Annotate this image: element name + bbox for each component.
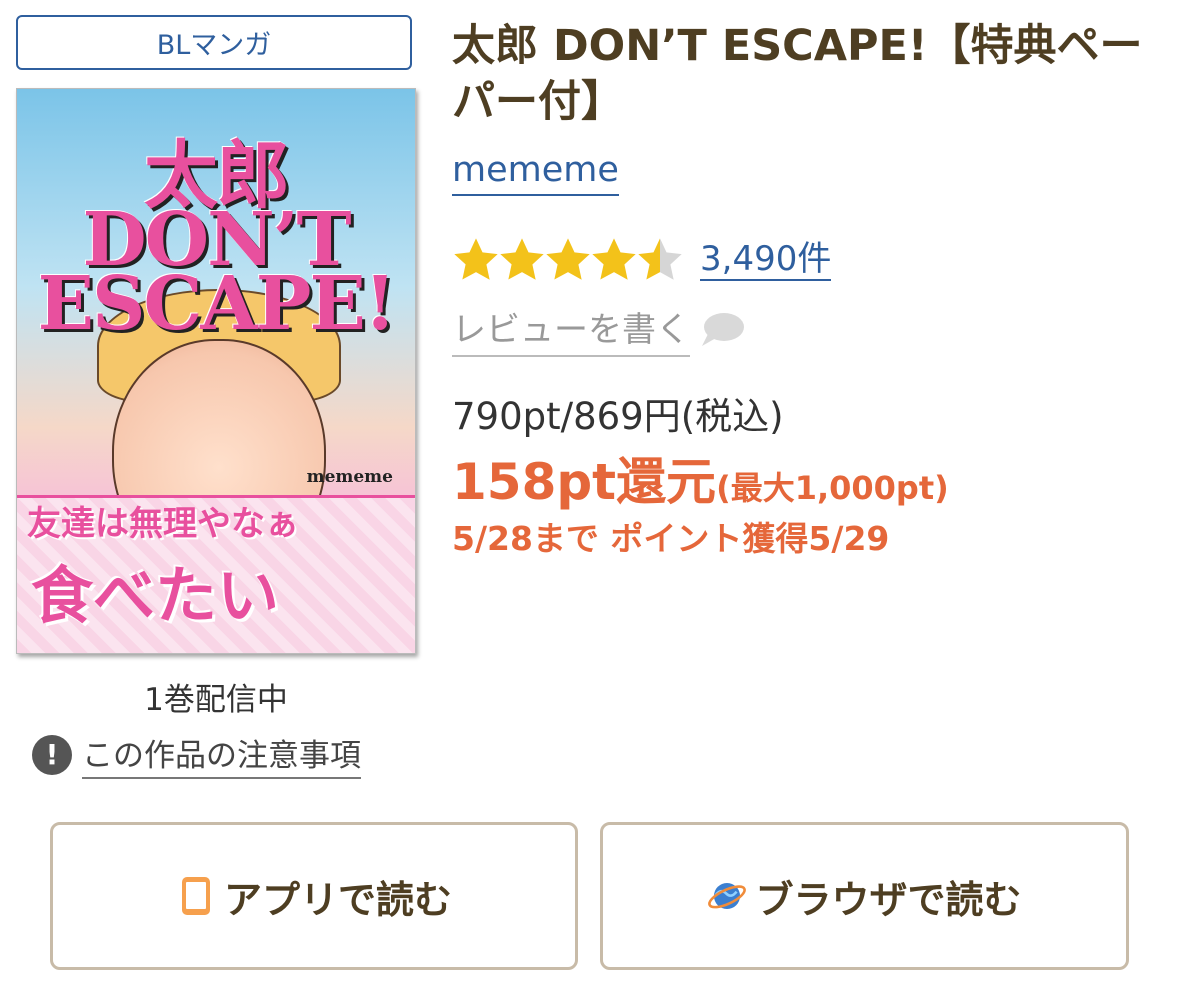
- star-full-icon: [454, 238, 498, 280]
- read-in-app-label: アプリで読む: [223, 877, 452, 922]
- notice-link[interactable]: この作品の注意事項: [82, 730, 361, 779]
- points-max: (最大1,000pt): [716, 469, 949, 507]
- book-title: 太郎 DON’T ESCAPE!【特典ペーパー付】: [452, 21, 1143, 127]
- rating-row: 3,490件: [450, 234, 832, 286]
- author-link[interactable]: mememe: [452, 150, 619, 196]
- star-half-icon: [638, 238, 682, 280]
- points-return: 158pt還元(最大1,000pt): [452, 442, 949, 514]
- read-in-app-button[interactable]: アプリで読む: [50, 822, 578, 970]
- read-in-browser-button[interactable]: ブラウザで読む: [600, 822, 1129, 970]
- cover-title: 太郎 DON’T ESCAPE!: [17, 139, 415, 347]
- price: 790pt/869円(税込): [452, 395, 784, 438]
- cover-tagline-bottom: 食べたい: [31, 559, 280, 632]
- read-in-browser-label: ブラウザで読む: [755, 877, 1022, 922]
- review-count-link[interactable]: 3,490件: [700, 239, 832, 281]
- notice-link-row[interactable]: ! この作品の注意事項: [32, 730, 361, 779]
- cover-tagline-top: 友達は無理やなぁ: [27, 504, 299, 544]
- cover-title-line3: ESCAPE!: [37, 261, 397, 347]
- smartphone-icon: [181, 877, 210, 915]
- globe-icon: [708, 882, 747, 910]
- book-cover-image[interactable]: 太郎 DON’T ESCAPE! mememe 友達は無理やなぁ 食べたい: [16, 88, 416, 654]
- speech-bubble-icon: [702, 312, 744, 346]
- write-review-label: レビューを書く: [452, 302, 690, 357]
- genre-tag-label: BLマンガ: [156, 30, 272, 61]
- volume-status: 1巻配信中: [144, 682, 288, 718]
- points-deadline: 5/28まで ポイント獲得5/29: [452, 519, 890, 558]
- points-main: 158pt還元: [452, 453, 717, 511]
- write-review-link[interactable]: レビューを書く: [452, 302, 746, 357]
- star-full-icon: [592, 238, 636, 280]
- exclamation-icon: !: [32, 734, 72, 775]
- cover-author-credit: mememe: [306, 467, 393, 487]
- star-full-icon: [546, 238, 590, 280]
- genre-tag-button[interactable]: BLマンガ: [16, 15, 412, 70]
- star-full-icon: [500, 238, 544, 280]
